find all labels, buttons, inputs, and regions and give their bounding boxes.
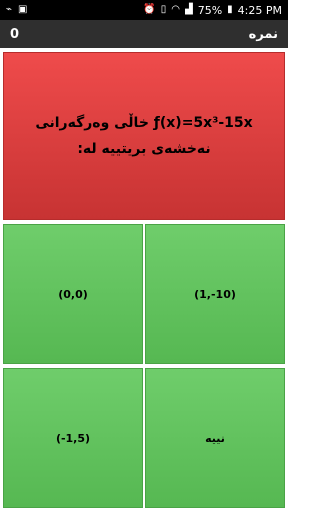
answer-button-2[interactable]: (1,-10) — [145, 224, 285, 364]
answer-button-1[interactable]: (0,0) — [3, 224, 143, 364]
status-left: ⌁ ▣ — [6, 5, 27, 15]
app-bar: 0 نمره — [0, 20, 288, 48]
question-text: ƒ(x)=5x³-15x خاڵی وەرگەرانی نەخشەی بریتی… — [35, 115, 253, 157]
answer-label: (1,-10) — [194, 287, 236, 301]
answer-label: (0,0) — [58, 287, 88, 301]
signal-icon: ▟ — [185, 4, 193, 15]
vibrate-icon: ▯ — [160, 4, 167, 15]
score-label: نمره — [248, 26, 278, 42]
clock: 4:25 PM — [237, 3, 282, 17]
battery-percent: 75% — [197, 3, 223, 17]
status-right: ⏰ ▯ ◠ ▟ 75% ▮ 4:25 PM — [143, 4, 282, 17]
question-card: ƒ(x)=5x³-15x خاڵی وەرگەرانی نەخشەی بریتی… — [3, 52, 285, 220]
answer-button-3[interactable]: (-1,5) — [3, 368, 143, 508]
battery-icon: ▮ — [227, 4, 233, 15]
answer-label: (-1,5) — [55, 431, 91, 445]
app-notification-icon: ▣ — [18, 4, 28, 15]
alarm-icon: ⏰ — [143, 4, 156, 15]
score-value: 0 — [10, 26, 20, 42]
status-bar: ⌁ ▣ ⏰ ▯ ◠ ▟ 75% ▮ 4:25 PM — [0, 0, 288, 20]
wifi-icon: ◠ — [171, 4, 180, 15]
answer-button-4[interactable]: نییە — [145, 368, 285, 508]
answer-label: نییە — [205, 431, 225, 445]
usb-icon: ⌁ — [6, 4, 13, 15]
